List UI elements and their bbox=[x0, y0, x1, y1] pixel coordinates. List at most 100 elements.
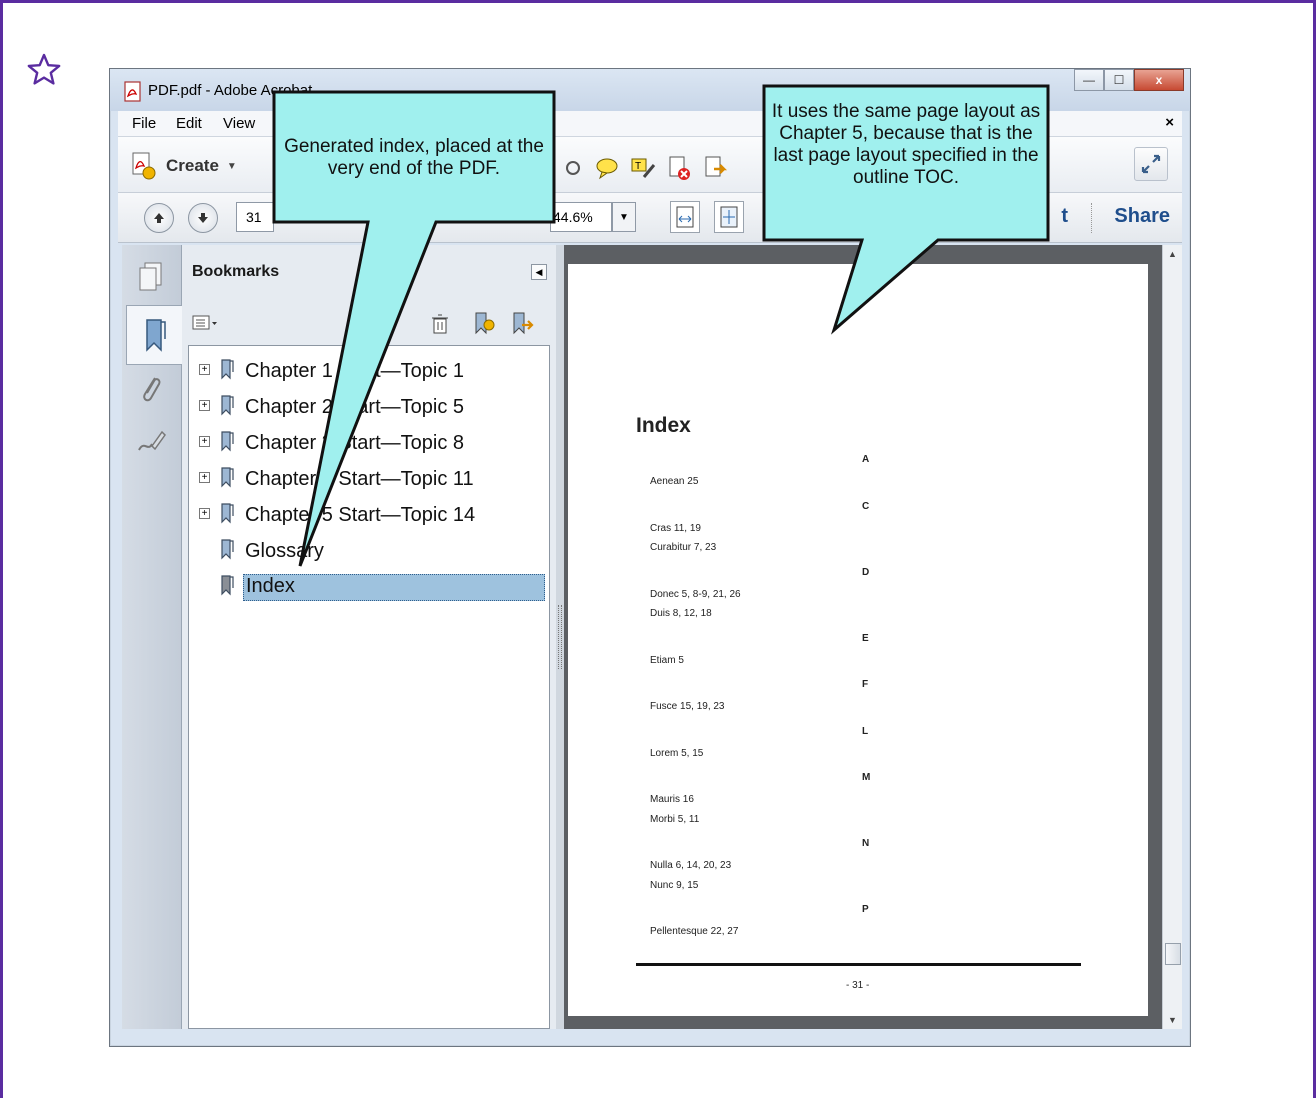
bookmark-label: Chapter 3 Start—Topic 8 bbox=[245, 432, 464, 454]
expand-toggle[interactable]: + bbox=[199, 508, 210, 519]
maximize-button[interactable]: ☐ bbox=[1104, 69, 1134, 91]
acrobat-window: PDF.pdf - Adobe Acrobat — ☐ x File Edit … bbox=[109, 68, 1191, 1047]
index-entry: Mauris 16 bbox=[650, 794, 694, 805]
splitter-grip[interactable] bbox=[558, 605, 562, 669]
bookmark-item[interactable]: + Chapter 4 Start—Topic 11 bbox=[189, 462, 549, 494]
menu-edit[interactable]: Edit bbox=[176, 115, 202, 132]
bookmark-item[interactable]: + Chapter 1 Start—Topic 1 bbox=[189, 354, 549, 386]
share-button[interactable]: Share bbox=[1114, 205, 1170, 228]
bookmark-icon bbox=[221, 395, 234, 416]
delete-page-icon[interactable] bbox=[666, 155, 692, 181]
bookmark-item[interactable]: + Chapter 5 Start—Topic 14 bbox=[189, 498, 549, 530]
page-number-input[interactable]: 31 bbox=[236, 202, 274, 232]
close-button[interactable]: x bbox=[1134, 69, 1184, 91]
bookmark-label: Chapter 4 Start—Topic 11 bbox=[245, 468, 474, 490]
bookmarks-panel-button[interactable] bbox=[126, 305, 182, 365]
chevron-down-icon: ▼ bbox=[226, 160, 237, 172]
create-label: Create bbox=[166, 156, 219, 175]
tools-label-partial[interactable]: t bbox=[1061, 205, 1068, 228]
index-entry: Morbi 5, 11 bbox=[650, 813, 700, 825]
previous-page-button[interactable] bbox=[144, 203, 174, 233]
arrow-up-icon bbox=[154, 213, 164, 223]
index-entry: Fusce 15, 19, 23 bbox=[650, 701, 725, 712]
left-callout-text: Generated index, placed at the very end … bbox=[284, 136, 544, 179]
bookmark-label: Glossary bbox=[245, 540, 324, 562]
scroll-thumb[interactable] bbox=[1165, 943, 1181, 965]
panel-title: Bookmarks bbox=[192, 263, 280, 280]
window-title: PDF.pdf - Adobe Acrobat bbox=[148, 82, 313, 99]
vertical-scrollbar[interactable]: ▲ ▼ bbox=[1162, 245, 1182, 1029]
index-letter: A bbox=[862, 454, 870, 465]
index-entry: Cras 11, 19 bbox=[650, 522, 701, 534]
index-letter: M bbox=[862, 772, 871, 783]
footer-rule bbox=[636, 963, 1081, 966]
toolbar-divider bbox=[1091, 203, 1092, 233]
fit-width-button[interactable] bbox=[670, 201, 700, 233]
bookmark-tree: + Chapter 1 Start—Topic 1 + Chapter 2 Start… bbox=[188, 345, 550, 1029]
zoom-input[interactable]: 44.6% bbox=[550, 202, 612, 232]
index-letter: P bbox=[862, 904, 869, 915]
bookmark-item[interactable]: + Chapter 2 Start—Topic 5 bbox=[189, 390, 549, 422]
bookmark-icon bbox=[145, 319, 166, 352]
fit-page-button[interactable] bbox=[714, 201, 744, 233]
index-entry: Duis 8, 12, 18 bbox=[650, 608, 712, 619]
index-entry: Lorem 5, 15 bbox=[650, 747, 704, 759]
expand-toggle[interactable]: + bbox=[199, 364, 210, 375]
menu-view[interactable]: View bbox=[223, 115, 255, 132]
comment-icon[interactable] bbox=[594, 155, 620, 181]
bookmark-icon bbox=[221, 359, 234, 380]
bookmarks-toolbar bbox=[182, 309, 556, 343]
gear-icon[interactable] bbox=[560, 155, 586, 181]
panel-splitter[interactable] bbox=[556, 245, 564, 1029]
zoom-dropdown[interactable]: ▼ bbox=[612, 202, 636, 232]
index-heading: Index bbox=[636, 414, 691, 437]
highlight-text-icon[interactable]: T bbox=[630, 155, 656, 181]
navigation-toolbar: 31 44.6% ▼ t Share bbox=[118, 193, 1182, 243]
bookmark-icon bbox=[221, 539, 234, 560]
expand-toggle[interactable]: + bbox=[199, 472, 210, 483]
bookmark-label: Index bbox=[243, 574, 545, 601]
bookmark-icon bbox=[221, 575, 234, 596]
right-callout-text: It uses the same page layout as Chapter … bbox=[771, 101, 1041, 188]
paperclip-icon bbox=[143, 377, 161, 402]
trash-icon[interactable] bbox=[430, 313, 450, 335]
page-thumbnails-button[interactable] bbox=[134, 257, 168, 297]
options-menu-button[interactable] bbox=[192, 313, 218, 333]
index-entry: Nunc 9, 15 bbox=[650, 879, 699, 891]
attachments-button[interactable] bbox=[134, 369, 168, 409]
index-letter: E bbox=[862, 632, 869, 644]
scroll-down-icon[interactable]: ▼ bbox=[1168, 1015, 1177, 1025]
menu-file[interactable]: File bbox=[132, 115, 156, 132]
next-page-button[interactable] bbox=[188, 203, 218, 233]
scroll-up-icon[interactable]: ▲ bbox=[1168, 249, 1177, 259]
minimize-button[interactable]: — bbox=[1074, 69, 1104, 91]
fit-page-icon bbox=[720, 206, 738, 228]
pdf-page: Index A Aenean 25 C Cras 11, 19 Curabitur 7,… bbox=[568, 264, 1148, 1016]
signatures-button[interactable] bbox=[134, 421, 168, 461]
collapse-panel-button[interactable]: ◀ bbox=[531, 264, 547, 280]
bookmark-item[interactable]: Glossary bbox=[189, 534, 549, 566]
expand-toggle[interactable]: + bbox=[199, 400, 210, 411]
index-entry: Etiam 5 bbox=[650, 654, 684, 666]
bookmark-item[interactable]: Index bbox=[189, 570, 549, 602]
new-bookmark-icon[interactable] bbox=[472, 311, 496, 335]
fit-width-icon bbox=[676, 206, 694, 228]
index-letter: C bbox=[862, 500, 870, 512]
bookmark-label: Chapter 2 Start—Topic 5 bbox=[245, 396, 464, 418]
document-close-button[interactable]: × bbox=[1165, 114, 1174, 131]
expand-toggle[interactable]: + bbox=[199, 436, 210, 447]
pages-icon bbox=[139, 262, 162, 291]
full-screen-button[interactable] bbox=[1134, 147, 1168, 181]
bookmarks-panel: Bookmarks ◀ + Chapter 1 Start—Topic 1 + Cha… bbox=[182, 245, 556, 1029]
star-icon[interactable] bbox=[26, 52, 62, 88]
extract-page-icon[interactable] bbox=[702, 155, 728, 181]
move-bookmark-icon[interactable] bbox=[510, 311, 534, 335]
index-letter: L bbox=[862, 725, 869, 737]
chevron-down-icon: ▼ bbox=[619, 211, 629, 223]
index-letter: N bbox=[862, 838, 870, 849]
bookmark-item[interactable]: + Chapter 3 Start—Topic 8 bbox=[189, 426, 549, 458]
signature-pen-icon bbox=[138, 430, 166, 451]
arrow-down-icon bbox=[198, 213, 208, 223]
expand-icon bbox=[1141, 154, 1161, 174]
create-button[interactable]: Create ▼ bbox=[128, 151, 237, 181]
